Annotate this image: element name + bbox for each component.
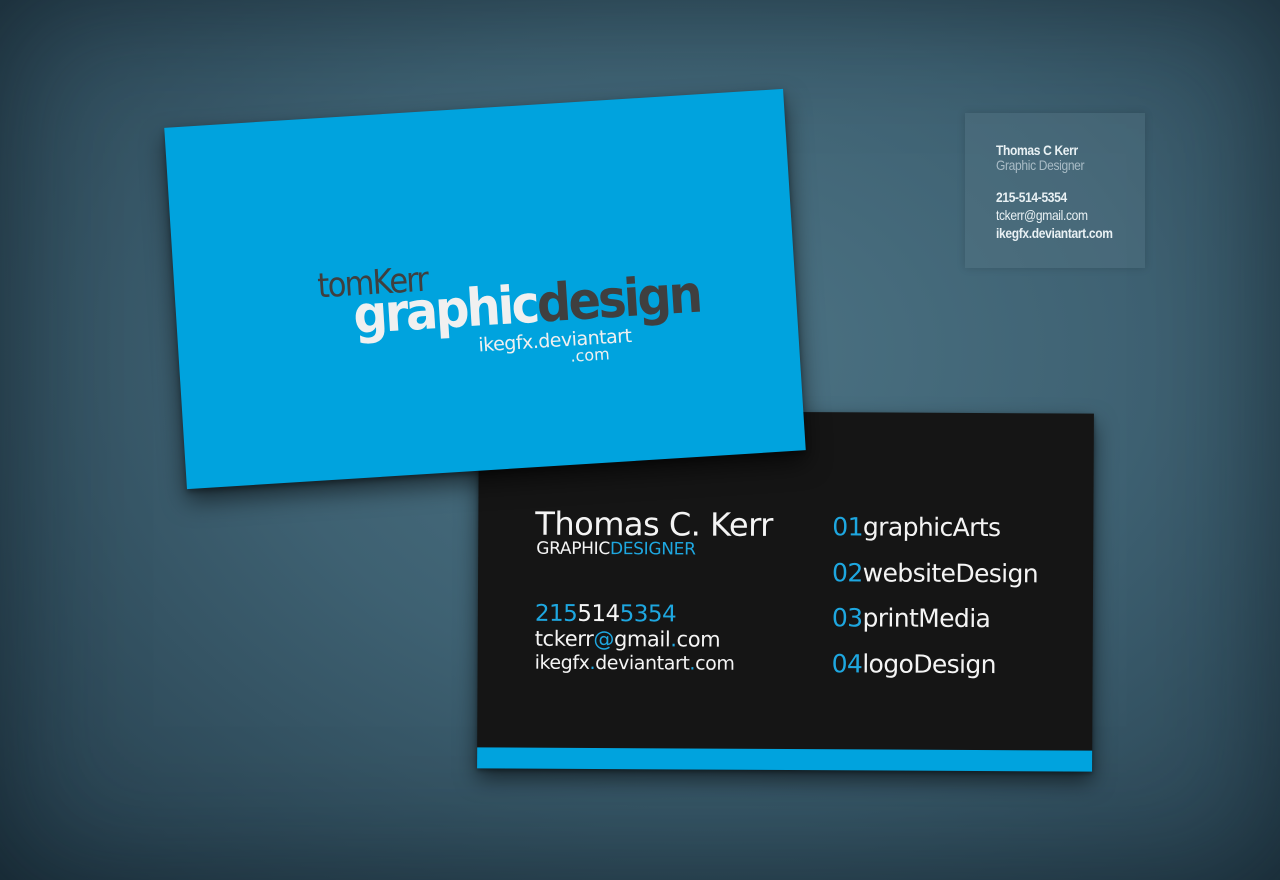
logo-word-2: design [535,264,702,335]
site-name: ikegfx [534,651,590,674]
back-card-email: tckerr@gmail.com [535,627,721,652]
email-at: @ [593,626,615,652]
role-part-2: DESIGNER [609,539,696,560]
info-phone: 215-514-5354 [996,189,1067,205]
back-card-role: GRAPHICDESIGNER [536,539,696,560]
info-title: Graphic Designer [996,157,1085,173]
phone-part-2: 514 [577,600,620,628]
service-item: 04logoDesign [832,649,997,679]
email-domain: gmail [613,627,671,652]
info-email: tckerr@gmail.com [996,207,1088,223]
service-label: printMedia [862,603,991,634]
contact-info-panel: Thomas C Kerr Graphic Designer 215-514-5… [965,113,1145,268]
email-user: tckerr [534,626,594,651]
business-card-front: tomKerr graphicdesign ikegfx.deviantart … [164,88,806,490]
accent-stripe [477,747,1093,772]
role-part-1: GRAPHIC [536,538,611,560]
service-number: 02 [832,558,863,588]
service-item: 01graphicArts [832,512,1000,542]
service-item: 03printMedia [832,603,991,633]
email-tld: com [676,627,721,652]
service-label: graphicArts [862,512,1001,543]
site-tld: com [695,652,735,675]
back-card-website: ikegfx.deviantart.com [535,652,735,675]
service-number: 03 [831,603,863,633]
service-number: 04 [831,649,863,679]
site-rest: deviantart [595,652,690,675]
phone-part-3: 5354 [619,601,677,628]
service-label: logoDesign [862,649,997,680]
phone-part-1: 215 [534,600,578,627]
logo-tld: .com [569,344,611,366]
service-label: websiteDesign [862,558,1039,589]
back-card-phone: 2155145354 [535,601,676,628]
service-item: 02websiteDesign [832,558,1038,588]
service-number: 01 [832,512,864,542]
info-website: ikegfx.deviantart.com [996,225,1113,241]
